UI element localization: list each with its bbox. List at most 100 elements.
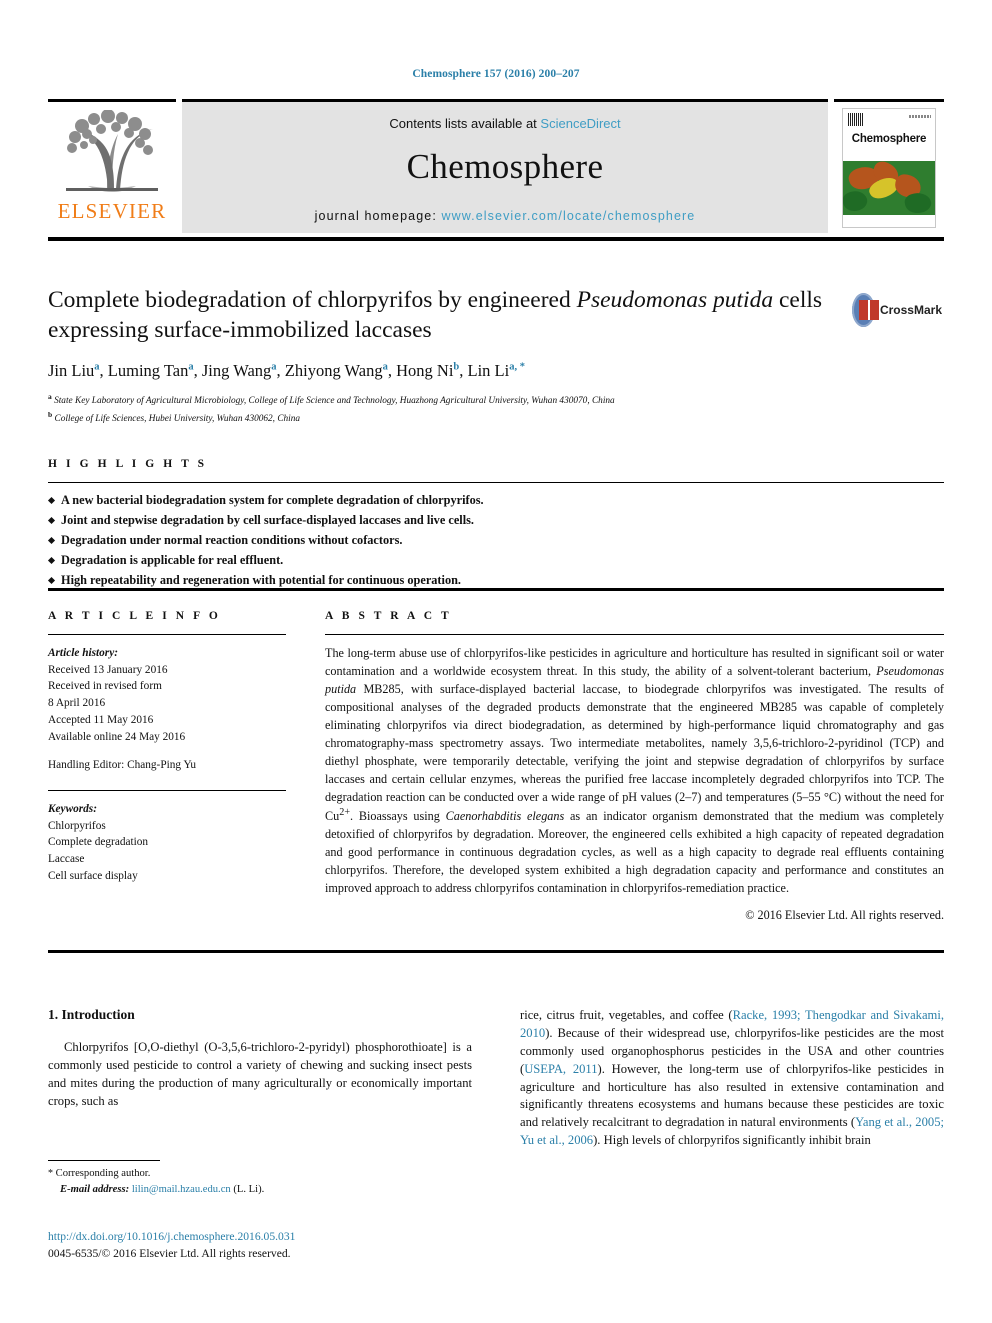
keyword-item: Complete degradation <box>48 836 149 849</box>
highlights-list: A new bacterial biodegradation system fo… <box>48 491 944 591</box>
cover-artwork <box>843 161 935 215</box>
abstract-heading: A B S T R A C T <box>325 610 452 622</box>
cover-top: Chemosphere <box>843 109 935 161</box>
author-list: Jin Liua, Luming Tana, Jing Wanga, Zhiyo… <box>48 361 525 381</box>
journal-homepage-line: journal homepage: www.elsevier.com/locat… <box>315 209 696 223</box>
author-3-name: Jing Wang <box>201 361 272 381</box>
citation-link-2[interactable]: USEPA, 2011 <box>524 1062 597 1076</box>
affiliations: a State Key Laboratory of Agricultural M… <box>48 391 848 427</box>
journal-cover: Chemosphere <box>834 99 944 233</box>
abstract-block-top-rule <box>48 588 944 591</box>
intro-paragraph-left: Chlorpyrifos [O,O-diethyl (O-3,5,6-trich… <box>48 1040 472 1108</box>
highlights-section: H I G H L I G H T S A new bacterial biod… <box>48 458 944 591</box>
author-6: Lin Lia, * <box>468 361 525 380</box>
author-2-name: Luming Tan <box>107 361 189 381</box>
contents-prefix: Contents lists available at <box>389 116 537 131</box>
intro-right-a: rice, citrus fruit, vegetables, and coff… <box>520 1008 733 1022</box>
abstract-part-3: . Bioassays using <box>350 809 446 824</box>
contents-available-line: Contents lists available at ScienceDirec… <box>389 116 620 131</box>
email-owner: (L. Li). <box>233 1183 265 1195</box>
author-4: Zhiyong Wanga <box>285 361 388 380</box>
body-top-rule <box>48 950 944 953</box>
author-6-mark[interactable]: a, * <box>509 362 525 373</box>
keywords-label: Keywords: <box>48 803 97 816</box>
footnote-rule <box>48 1160 160 1161</box>
issn-copyright-line: 0045-6535/© 2016 Elsevier Ltd. All right… <box>48 1247 291 1261</box>
keyword-item: Cell surface display <box>48 869 138 882</box>
doi-link[interactable]: http://dx.doi.org/10.1016/j.chemosphere.… <box>48 1228 548 1245</box>
crossmark-label: CrossMark <box>879 303 942 317</box>
highlights-heading: H I G H L I G H T S <box>48 458 208 470</box>
history-line: Available online 24 May 2016 <box>48 730 186 743</box>
affiliation-b-mark: b <box>48 410 53 420</box>
elsevier-wordmark: ELSEVIER <box>57 199 167 223</box>
journal-cover-thumbnail: Chemosphere <box>842 108 936 228</box>
keywords-divider <box>48 790 286 792</box>
barcode-icon <box>848 113 863 126</box>
affiliation-a: a State Key Laboratory of Agricultural M… <box>48 391 848 409</box>
list-item: Degradation is applicable for real efflu… <box>48 551 944 571</box>
article-info-divider <box>48 634 286 635</box>
abstract-part-2: MB285, with surface-displayed bacterial … <box>325 681 944 824</box>
elsevier-logo: ELSEVIER <box>48 99 176 233</box>
intro-paragraph-right: rice, citrus fruit, vegetables, and coff… <box>520 1007 944 1150</box>
section-heading-introduction: 1. Introduction <box>48 1007 135 1022</box>
history-line: 8 April 2016 <box>48 697 106 710</box>
list-item: Joint and stepwise degradation by cell s… <box>48 511 944 531</box>
author-2-mark[interactable]: a <box>188 362 193 373</box>
keyword-item: Laccase <box>48 853 85 866</box>
keyword-item: Chlorpyrifos <box>48 819 106 832</box>
author-4-mark[interactable]: a <box>383 362 388 373</box>
crossmark-badge[interactable]: CrossMark <box>852 288 942 332</box>
author-5-name: Hong Ni <box>396 361 454 381</box>
history-line: Received 13 January 2016 <box>48 663 168 676</box>
affiliation-a-text: State Key Laboratory of Agricultural Mic… <box>54 396 615 407</box>
affiliation-b-text: College of Life Sciences, Hubei Universi… <box>54 414 301 425</box>
author-2: Luming Tana <box>108 361 194 380</box>
abstract-text: The long-term abuse use of chlorpyrifos-… <box>325 645 944 898</box>
list-item: Degradation under normal reaction condit… <box>48 531 944 551</box>
affiliation-a-mark: a <box>48 392 52 402</box>
highlights-divider <box>48 482 944 483</box>
cover-journal-name: Chemosphere <box>851 133 927 145</box>
article-history-label: Article history: <box>48 647 118 659</box>
masthead-bottom-rule <box>48 237 944 241</box>
crossmark-icon <box>852 293 879 327</box>
article-history: Article history: Received 13 January 201… <box>48 645 286 774</box>
title-species-name: Pseudomonas putida <box>576 287 774 313</box>
homepage-prefix: journal homepage: <box>314 209 437 223</box>
doi-block: http://dx.doi.org/10.1016/j.chemosphere.… <box>48 1228 548 1263</box>
keywords-block: Keywords: Chlorpyrifos Complete degradat… <box>48 801 286 885</box>
journal-masthead: ELSEVIER Contents lists available at Sci… <box>48 99 944 233</box>
corresponding-author-label: Corresponding author. <box>55 1168 151 1179</box>
homepage-url-link[interactable]: www.elsevier.com/locate/chemosphere <box>441 209 695 223</box>
running-head: Chemosphere 157 (2016) 200–207 <box>412 68 580 80</box>
abstract-copyright: © 2016 Elsevier Ltd. All rights reserved… <box>745 908 944 923</box>
history-line: Received in revised form <box>48 680 162 693</box>
abstract-divider <box>325 634 944 635</box>
author-1-mark[interactable]: a <box>94 362 99 373</box>
article-info-heading: A R T I C L E I N F O <box>48 610 221 622</box>
history-line: Accepted 11 May 2016 <box>48 713 154 726</box>
journal-title: Chemosphere <box>406 147 604 186</box>
abstract-species-2: Caenorhabditis elegans <box>445 809 565 824</box>
email-link[interactable]: lilin@mail.hzau.edu.cn <box>132 1184 231 1195</box>
author-1: Jin Liua <box>48 361 100 380</box>
title-block: Complete biodegradation of chlorpyrifos … <box>48 285 848 427</box>
sciencedirect-link[interactable]: ScienceDirect <box>540 116 620 131</box>
author-5-mark[interactable]: b <box>453 362 459 373</box>
corresponding-author-mark: * <box>48 1168 53 1179</box>
author-1-name: Jin Liu <box>48 361 95 381</box>
handling-editor: Handling Editor: Chang-Ping Yu <box>48 759 197 772</box>
page-title: Complete biodegradation of chlorpyrifos … <box>48 285 848 345</box>
cover-bottom <box>843 215 935 227</box>
intro-right-column: rice, citrus fruit, vegetables, and coff… <box>520 1007 944 1150</box>
cover-meta-text <box>909 115 931 118</box>
title-part-1: Complete biodegradation of chlorpyrifos … <box>48 287 577 313</box>
author-6-name: Lin Li <box>467 361 510 381</box>
affiliation-b: b College of Life Sciences, Hubei Univer… <box>48 409 848 427</box>
author-5: Hong Nib <box>396 361 459 380</box>
author-3-mark[interactable]: a <box>271 362 276 373</box>
footnote-block: * Corresponding author. E-mail address: … <box>48 1166 472 1197</box>
email-line: E-mail address: lilin@mail.hzau.edu.cn (… <box>48 1182 472 1197</box>
